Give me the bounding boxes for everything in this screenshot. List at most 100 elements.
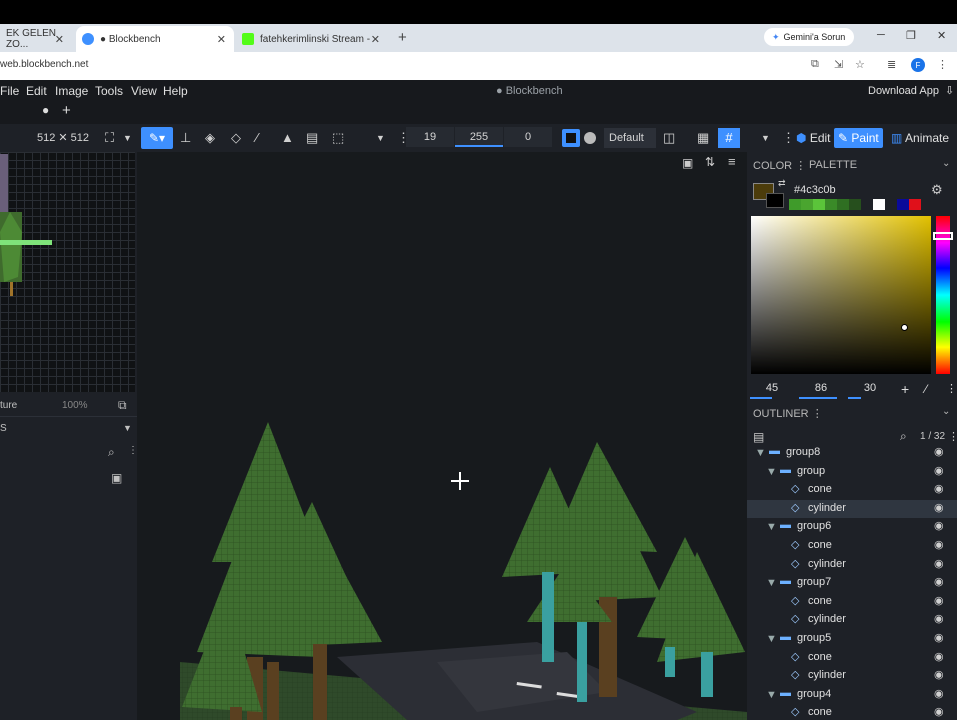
search-icon[interactable]: ⌕ (900, 429, 907, 444)
visibility-eye-icon[interactable]: ◉ (934, 705, 944, 718)
visibility-eye-icon[interactable]: ◉ (934, 501, 944, 514)
minimize-icon[interactable]: ─ (877, 29, 885, 41)
secondary-color-swatch[interactable] (766, 193, 784, 208)
chevron-down-icon[interactable]: ▼ (766, 466, 777, 478)
outliner-group-row[interactable]: ▼ ▬ group6 ◉ (747, 518, 957, 536)
mirror-icon[interactable]: ◫ (663, 130, 675, 146)
palette-swatch[interactable] (813, 199, 825, 210)
brush-opacity-input[interactable]: 255 (455, 127, 503, 147)
project-tab-dot-icon[interactable]: ● (42, 103, 49, 117)
visibility-eye-icon[interactable]: ◉ (934, 631, 944, 644)
outliner-mesh-row[interactable]: ◇ cylinder ◉ (747, 611, 957, 629)
more-dots-icon[interactable]: ⋮ (946, 382, 957, 395)
chevron-down-icon[interactable]: ▼ (766, 689, 777, 701)
visibility-eye-icon[interactable]: ◉ (934, 687, 944, 700)
download-app-button[interactable]: Download App ⇩ (868, 84, 954, 97)
more-dots-icon[interactable]: ⋮ (948, 430, 957, 443)
chevron-down-icon[interactable]: ▼ (123, 133, 132, 143)
close-icon[interactable]: ✕ (371, 33, 380, 46)
address-bar[interactable]: web.blockbench.net ⧉ ⇲ ☆ ≣ ⋮ (0, 52, 957, 80)
menu-image[interactable]: Image (55, 84, 88, 98)
mode-paint[interactable]: ✎ Paint (834, 128, 883, 148)
color-tab[interactable]: COLOR ⋮ (753, 159, 806, 172)
color-picker-icon[interactable]: ⁄ (256, 130, 258, 145)
screenshot-icon[interactable]: ▣ (682, 156, 693, 170)
add-color-plus-icon[interactable]: + (901, 381, 909, 397)
menu-edit[interactable]: Edit (26, 84, 47, 98)
bookmark-star-icon[interactable]: ☆ (855, 58, 865, 71)
menu-help[interactable]: Help (163, 84, 188, 98)
brush-tool-button[interactable]: ✎▾ (141, 127, 173, 149)
mode-animate[interactable]: ▥ Animate (887, 128, 953, 148)
visibility-eye-icon[interactable]: ◉ (934, 445, 944, 458)
square-brush-toggle[interactable] (562, 129, 580, 147)
hex-color-input[interactable]: #4c3c0b (794, 184, 836, 196)
visibility-eye-icon[interactable]: ◉ (934, 612, 944, 625)
outliner-mesh-row[interactable]: ◇ cone ◉ (747, 537, 957, 555)
new-tab-plus-icon[interactable]: + (398, 29, 407, 46)
chevron-down-icon[interactable]: ⌄ (942, 158, 950, 169)
profile-avatar[interactable]: F (911, 58, 925, 72)
palette-tab[interactable]: PALETTE (809, 159, 857, 171)
palette-swatch[interactable] (873, 199, 885, 210)
eraser-icon[interactable]: ◇ (231, 130, 241, 146)
visibility-eye-icon[interactable]: ◉ (934, 464, 944, 477)
window-close-icon[interactable]: ✕ (937, 29, 946, 42)
visibility-eye-icon[interactable]: ◉ (934, 575, 944, 588)
close-icon[interactable]: ✕ (217, 33, 226, 46)
browser-tab-stream[interactable]: fatehkerimlinski Stream - Watch ✕ (236, 26, 388, 52)
outliner-mesh-row[interactable]: ◇ cone ◉ (747, 593, 957, 611)
outliner-mesh-row[interactable]: ◇ cylinder ◉ (747, 499, 957, 518)
visibility-eye-icon[interactable]: ◉ (934, 650, 944, 663)
outliner-mesh-row[interactable]: ◇ cylinder ◉ (747, 667, 957, 685)
picker-handle[interactable] (901, 324, 908, 331)
reading-list-icon[interactable]: ≣ (887, 58, 896, 71)
palette-swatch[interactable] (909, 199, 921, 210)
hue-slider-handle[interactable] (933, 232, 953, 240)
palette-swatch[interactable] (789, 199, 801, 210)
round-brush-toggle[interactable] (584, 132, 596, 144)
visibility-eye-icon[interactable]: ◉ (934, 482, 944, 495)
visibility-eye-icon[interactable]: ◉ (934, 594, 944, 607)
palette-swatch[interactable] (897, 199, 909, 210)
install-icon[interactable]: ⇲ (834, 58, 843, 71)
visibility-eye-icon[interactable]: ◉ (934, 668, 944, 681)
palette-swatch[interactable] (837, 199, 849, 210)
fullscreen-icon[interactable]: ⛶ (105, 130, 114, 146)
restore-icon[interactable]: ❐ (906, 29, 916, 42)
hue-input[interactable]: 45 (750, 382, 794, 398)
new-project-plus-icon[interactable]: + (62, 102, 71, 119)
menu-tools[interactable]: Tools (95, 84, 123, 98)
menu-view[interactable]: View (131, 84, 157, 98)
mode-edit[interactable]: ⬢ Edit (792, 128, 835, 148)
saturation-input[interactable]: 86 (799, 382, 843, 398)
visibility-eye-icon[interactable]: ◉ (934, 538, 944, 551)
outliner-group-row[interactable]: ▼ ▬ group5 ◉ (747, 630, 957, 648)
brush-size-input[interactable]: 19 (406, 127, 454, 147)
browser-tab-1[interactable]: EK GELEN ZO... ✕ (0, 26, 72, 52)
outliner-group-row[interactable]: ▼ ▬ group8 ◉ (747, 444, 957, 462)
uv-editor-canvas[interactable] (0, 152, 135, 392)
chevron-down-icon[interactable]: ▼ (123, 423, 132, 433)
gradient-icon[interactable]: ▤ (306, 130, 318, 146)
outliner-toggle-icon[interactable]: ▤ (753, 430, 764, 444)
translate-icon[interactable]: ⧉ (811, 58, 819, 71)
outliner-mesh-row[interactable]: ◇ cone ◉ (747, 704, 957, 720)
selection-icon[interactable]: ⬚ (332, 130, 344, 146)
outliner-mesh-row[interactable]: ◇ cone ◉ (747, 481, 957, 499)
visibility-eye-icon[interactable]: ◉ (934, 557, 944, 570)
stamp-icon[interactable]: ⊥ (180, 130, 191, 146)
palette-swatch[interactable] (849, 199, 861, 210)
browser-tab-blockbench[interactable]: ● Blockbench ✕ (76, 26, 234, 52)
sort-icon[interactable]: ⇅ (705, 155, 715, 169)
outliner-group-row[interactable]: ▼ ▬ group7 ◉ (747, 574, 957, 592)
chevron-down-icon[interactable]: ▼ (376, 133, 385, 143)
3d-viewport[interactable]: ▣ ⇅ ≡ (137, 152, 747, 720)
outliner-mesh-row[interactable]: ◇ cylinder ◉ (747, 556, 957, 574)
copy-icon[interactable]: ⧉ (118, 398, 127, 413)
gear-icon[interactable]: ⚙ (931, 182, 943, 198)
chevron-down-icon[interactable]: ▼ (766, 521, 777, 533)
brush-softness-input[interactable]: 0 (504, 127, 552, 147)
fill-bucket-icon[interactable]: ◈ (205, 130, 215, 146)
swap-colors-icon[interactable]: ⇄ (778, 178, 786, 189)
